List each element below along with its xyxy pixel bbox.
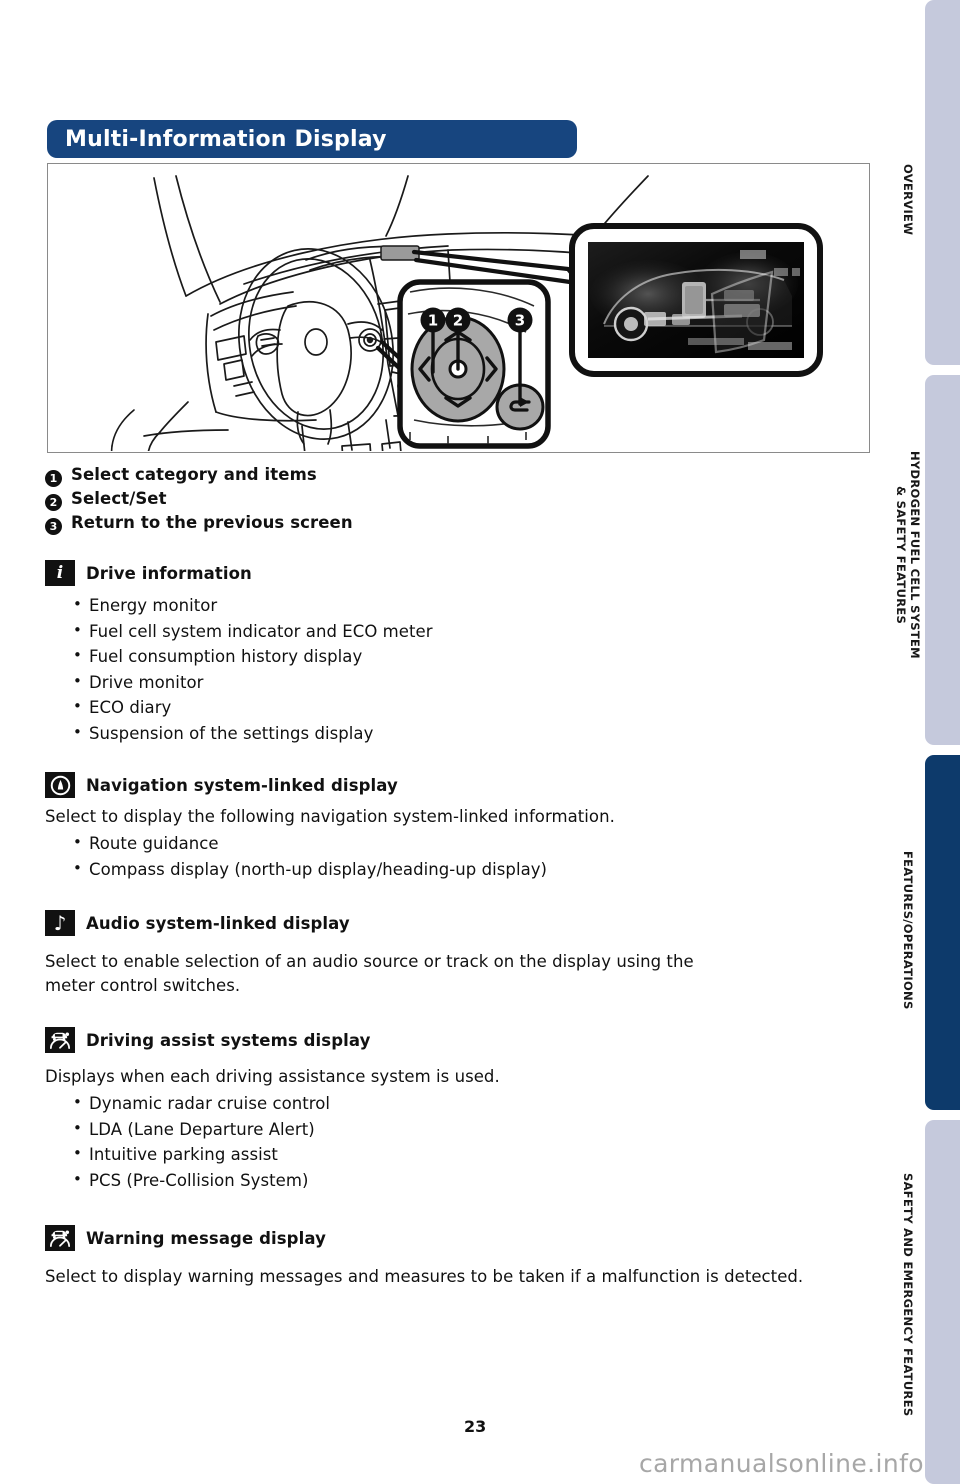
list-item: Compass display (north-up display/headin… (73, 856, 875, 883)
compass-glyph (50, 775, 70, 795)
list-item: Energy monitor (73, 592, 875, 619)
list-item: LDA (Lane Departure Alert) (73, 1116, 875, 1143)
list-item: Fuel cell system indicator and ECO meter (73, 618, 875, 645)
callout-label: Return to the previous screen (71, 513, 353, 532)
section-tab-rail (925, 0, 960, 1484)
sidebar-label-hydrogen-fuel-cell-system: HYDROGEN FUEL CELL SYSTEM & SAFETY FEATU… (891, 440, 925, 670)
figure-instrument-panel: 1 2 3 (47, 163, 870, 453)
section-header: i Drive information (45, 560, 875, 586)
section-paragraph: Displays when each driving assistance sy… (45, 1067, 500, 1086)
list-item: Drive monitor (73, 669, 875, 696)
list-item: Intuitive parking assist (73, 1141, 875, 1168)
callout-legend: 1 Select category and items 2 Select/Set… (45, 465, 685, 537)
section-header: Driving assist systems display (45, 1027, 875, 1053)
sidebar-item-label: OVERVIEW (901, 164, 915, 236)
sidebar-item-label: SAFETY AND EMERGENCY FEATURES (901, 1173, 915, 1417)
section-drive-information: i Drive information Energy monitor Fuel … (45, 560, 875, 746)
meter-control-switch-magnifier: 1 2 3 (397, 279, 551, 449)
list-item: Suspension of the settings display (73, 720, 875, 747)
section-title: Audio system-linked display (86, 913, 350, 933)
energy-monitor-screen-magnifier (569, 223, 823, 377)
callout-number-badge: 1 (45, 470, 62, 487)
section-title: Driving assist systems display (86, 1030, 371, 1050)
section-header: Warning message display (45, 1225, 875, 1251)
list-item: Dynamic radar cruise control (73, 1090, 875, 1117)
list-item: Route guidance (73, 830, 875, 857)
sidebar-label-features-operations: FEATURES/OPERATIONS (891, 830, 925, 1030)
section-paragraph: Select to display warning messages and m… (45, 1267, 804, 1286)
section-paragraph: Select to display the following navigati… (45, 807, 615, 826)
sidebar-item-hydrogen-fuel-cell-system[interactable] (925, 375, 960, 745)
car-with-radar-glyph (49, 1032, 71, 1050)
music-note-icon: ♪ (45, 910, 75, 936)
sidebar-label-safety-and-emergency-features: SAFETY AND EMERGENCY FEATURES (891, 1160, 925, 1430)
section-header: ♪ Audio system-linked display (45, 910, 875, 936)
section-audio-system-linked-display: ♪ Audio system-linked display Select to … (45, 910, 875, 1000)
page-number: 23 (464, 1417, 487, 1436)
bullet-list: Dynamic radar cruise control LDA (Lane D… (45, 1090, 875, 1194)
warning-message-icon (45, 1225, 75, 1251)
callout-label: Select category and items (71, 465, 317, 484)
callout-item: 1 Select category and items (45, 465, 685, 487)
list-item: Fuel consumption history display (73, 643, 875, 670)
sidebar-item-safety-and-emergency-features[interactable] (925, 1120, 960, 1484)
svg-text:3: 3 (515, 312, 525, 330)
callout-number-badge: 2 (45, 494, 62, 511)
compass-icon (45, 772, 75, 798)
section-paragraph: Select to enable selection of an audio s… (45, 952, 694, 995)
section-title: Drive information (86, 563, 252, 583)
sidebar-item-label: FEATURES/OPERATIONS (901, 850, 915, 1010)
callout-item: 2 Select/Set (45, 489, 685, 511)
callout-label: Select/Set (71, 489, 167, 508)
section-title: Warning message display (86, 1228, 326, 1248)
instrument-panel-line-drawing: 1 2 3 (110, 175, 823, 451)
bullet-list: Energy monitor Fuel cell system indicato… (45, 592, 875, 747)
sidebar-label-overview: OVERVIEW (891, 140, 925, 260)
sidebar-item-label: HYDROGEN FUEL CELL SYSTEM & SAFETY FEATU… (894, 451, 922, 659)
info-icon: i (45, 560, 75, 586)
sidebar-item-features-operations[interactable] (925, 755, 960, 1110)
callout-number-badge: 3 (45, 518, 62, 535)
svg-text:2: 2 (453, 312, 463, 330)
callout-item: 3 Return to the previous screen (45, 513, 685, 535)
sidebar-item-overview[interactable] (925, 0, 960, 365)
car-with-radar-glyph (49, 1230, 71, 1248)
section-warning-message-display: Warning message display Select to displa… (45, 1225, 875, 1291)
section-driving-assist-systems-display: Driving assist systems display Displays … (45, 1027, 875, 1193)
list-item: ECO diary (73, 694, 875, 721)
bullet-list: Route guidance Compass display (north-up… (45, 830, 875, 883)
page-title-banner: Multi-Information Display (47, 120, 577, 158)
manual-page: OVERVIEW HYDROGEN FUEL CELL SYSTEM & SAF… (0, 0, 960, 1484)
list-item: PCS (Pre-Collision System) (73, 1167, 875, 1194)
section-title: Navigation system-linked display (86, 775, 398, 795)
section-header: Navigation system-linked display (45, 772, 875, 798)
page-title: Multi-Information Display (65, 127, 387, 152)
driving-assist-icon (45, 1027, 75, 1053)
section-navigation-system-linked-display: Navigation system-linked display Select … (45, 772, 875, 882)
svg-text:1: 1 (428, 312, 438, 330)
watermark: carmanualsonline.info (638, 1449, 924, 1478)
